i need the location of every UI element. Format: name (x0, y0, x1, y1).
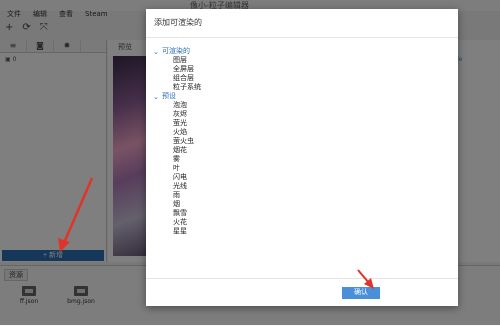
arrow-to-confirm-button (357, 269, 374, 289)
annotation-arrows (58, 177, 374, 289)
arrow-to-add-button (58, 177, 94, 252)
